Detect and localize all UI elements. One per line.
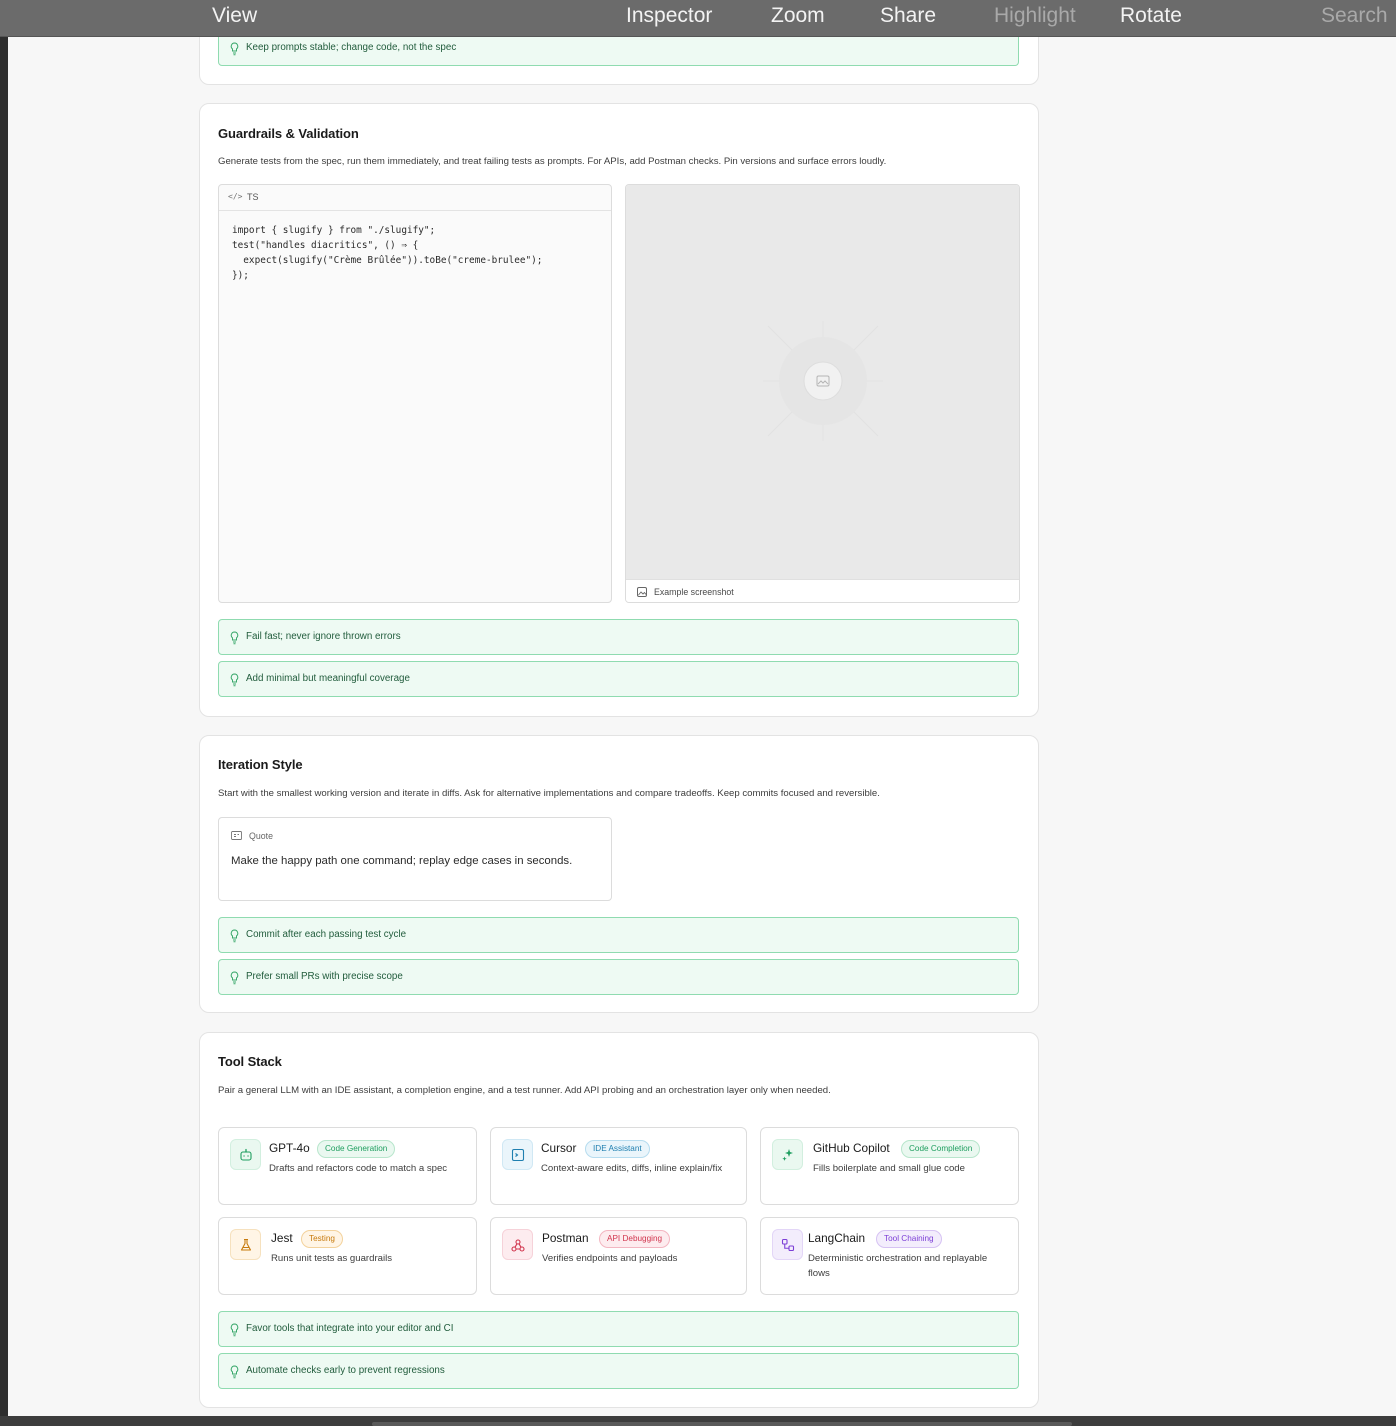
tool-description: Context-aware edits, diffs, inline expla… — [541, 1163, 723, 1174]
iteration-style-card: Iteration Style Start with the smallest … — [199, 735, 1039, 1013]
tool-description: Runs unit tests as guardrails — [271, 1253, 393, 1264]
lightbulb-icon — [230, 42, 239, 56]
robot-icon — [230, 1139, 261, 1170]
image-caption: Example screenshot — [654, 587, 734, 597]
tip-callout: Add minimal but meaningful coverage — [218, 661, 1019, 697]
tool-card-gpt-4o[interactable]: GPT-4o Code Generation Drafts and refact… — [218, 1127, 477, 1205]
tool-card-github-copilot[interactable]: GitHub Copilot Code Completion Fills boi… — [760, 1127, 1019, 1205]
image-placeholder: Example screenshot — [625, 184, 1020, 603]
tip-text: Add minimal but meaningful coverage — [246, 673, 410, 684]
tool-card-postman[interactable]: Postman API Debugging Verifies endpoints… — [490, 1217, 747, 1295]
lightbulb-icon — [230, 971, 239, 985]
tool-description: Fills boilerplate and small glue code — [813, 1163, 965, 1174]
menu-item-share[interactable]: Share — [880, 4, 936, 28]
quote-label: Quote — [249, 831, 273, 841]
code-block-header: </> TS — [219, 185, 611, 211]
tool-category-badge: IDE Assistant — [585, 1140, 650, 1158]
guardrails-card: Guardrails & Validation Generate tests f… — [199, 103, 1039, 717]
tip-text: Automate checks early to prevent regress… — [246, 1365, 445, 1376]
tip-callout: Automate checks early to prevent regress… — [218, 1353, 1019, 1389]
tool-description: Deterministic orchestration and replayab… — [808, 1253, 988, 1279]
tool-name: GPT-4o — [269, 1141, 310, 1155]
menu-bar: View Inspector Zoom Share Highlight Rota… — [0, 0, 1396, 37]
tool-description: Verifies endpoints and payloads — [542, 1253, 678, 1264]
code-icon: </> — [228, 192, 243, 201]
code-line: test("handles diacritics", () ⇒ { — [232, 240, 419, 251]
tool-name: LangChain — [808, 1231, 866, 1245]
webhook-icon — [502, 1229, 533, 1260]
tool-category-badge: Code Generation — [317, 1140, 396, 1158]
previous-section-card: Keep prompts stable; change code, not th… — [199, 37, 1039, 85]
tool-category-badge: API Debugging — [599, 1230, 671, 1248]
code-line: }); — [232, 270, 249, 281]
code-line: import { slugify } from "./slugify"; — [232, 225, 436, 236]
tip-text: Commit after each passing test cycle — [246, 929, 407, 940]
quote-icon — [231, 831, 242, 840]
menu-item-rotate[interactable]: Rotate — [1120, 4, 1182, 28]
tip-callout: Favor tools that integrate into your edi… — [218, 1311, 1019, 1347]
code-block: </> TS import { slugify } from "./slugif… — [218, 184, 612, 603]
section-title: Iteration Style — [218, 757, 303, 772]
image-placeholder-graphic — [763, 321, 883, 441]
flask-icon — [230, 1229, 261, 1260]
image-icon — [637, 587, 647, 597]
menu-item-inspector[interactable]: Inspector — [626, 4, 712, 28]
page-content[interactable]: Keep prompts stable; change code, not th… — [8, 37, 1396, 1416]
tool-name: Cursor — [541, 1141, 577, 1155]
section-title: Tool Stack — [218, 1054, 282, 1069]
tip-text: Prefer small PRs with precise scope — [246, 971, 403, 982]
code-content: import { slugify } from "./slugify"; tes… — [232, 223, 542, 283]
section-title: Guardrails & Validation — [218, 126, 359, 141]
image-area — [626, 185, 1019, 579]
scrollbar-thumb[interactable] — [372, 1422, 1072, 1426]
tool-description: Drafts and refactors code to match a spe… — [269, 1163, 448, 1174]
sparkles-icon — [772, 1139, 803, 1170]
tool-card-jest[interactable]: Jest Testing Runs unit tests as guardrai… — [218, 1217, 477, 1295]
menu-item-search[interactable]: Search — [1321, 4, 1388, 28]
window-left-edge — [0, 0, 8, 1426]
workflow-icon — [772, 1229, 803, 1260]
tool-card-langchain[interactable]: LangChain Tool Chaining Deterministic or… — [760, 1217, 1019, 1295]
tool-name: Postman — [542, 1231, 589, 1245]
quote-text: Make the happy path one command; replay … — [231, 855, 573, 867]
tool-card-cursor[interactable]: Cursor IDE Assistant Context-aware edits… — [490, 1127, 747, 1205]
menu-item-highlight[interactable]: Highlight — [994, 4, 1076, 28]
quote-block: Quote Make the happy path one command; r… — [218, 817, 612, 901]
tip-callout: Commit after each passing test cycle — [218, 917, 1019, 953]
lightbulb-icon — [230, 673, 239, 687]
section-description: Start with the smallest working version … — [218, 788, 880, 799]
menu-item-view[interactable]: View — [212, 4, 257, 28]
lightbulb-icon — [230, 631, 239, 645]
tip-callout: Prefer small PRs with precise scope — [218, 959, 1019, 995]
section-description: Pair a general LLM with an IDE assistant… — [218, 1085, 831, 1096]
lightbulb-icon — [230, 1323, 239, 1337]
lightbulb-icon — [230, 1365, 239, 1379]
tool-category-badge: Code Completion — [901, 1140, 981, 1158]
code-language-label: TS — [247, 192, 259, 202]
tool-stack-card: Tool Stack Pair a general LLM with an ID… — [199, 1032, 1039, 1408]
tip-callout: Keep prompts stable; change code, not th… — [218, 37, 1019, 66]
menu-item-zoom[interactable]: Zoom — [771, 4, 825, 28]
tip-callout: Fail fast; never ignore thrown errors — [218, 619, 1019, 655]
tip-text: Fail fast; never ignore thrown errors — [246, 631, 401, 642]
tip-text: Keep prompts stable; change code, not th… — [246, 42, 457, 53]
code-line: expect(slugify("Crème Brûlée")).toBe("cr… — [232, 255, 543, 266]
terminal-icon — [502, 1139, 533, 1170]
tool-category-badge: Tool Chaining — [876, 1230, 942, 1248]
image-caption-bar: Example screenshot — [626, 579, 1019, 602]
lightbulb-icon — [230, 929, 239, 943]
section-description: Generate tests from the spec, run them i… — [218, 156, 887, 167]
tool-category-badge: Testing — [301, 1230, 343, 1248]
tool-name: Jest — [271, 1231, 293, 1245]
tip-text: Favor tools that integrate into your edi… — [246, 1323, 454, 1334]
tool-name: GitHub Copilot — [813, 1141, 890, 1155]
horizontal-scrollbar[interactable] — [0, 1416, 1396, 1426]
